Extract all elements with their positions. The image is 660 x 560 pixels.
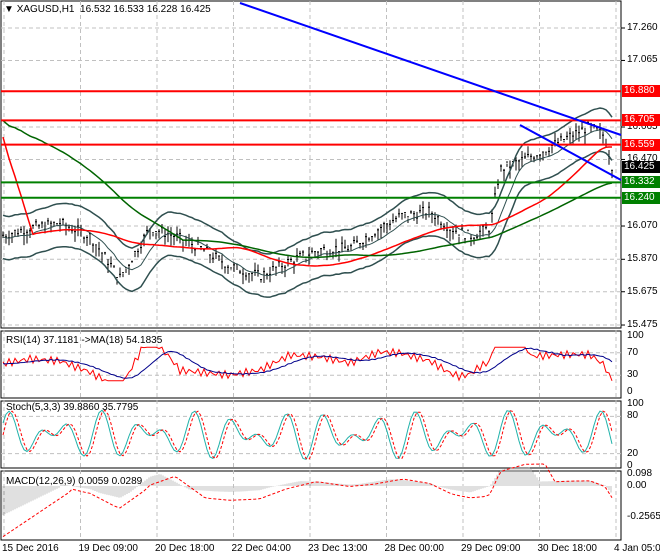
macd-axis-label: 0.098 xyxy=(627,468,653,479)
rsi-axis-label: 100 xyxy=(627,330,644,341)
macd-label: MACD(12,26,9) 0.0059 0.0289 xyxy=(6,476,143,487)
price-axis-label: 15.870 xyxy=(627,253,658,265)
stoch-label: Stoch(5,3,3) 39.8860 35.7795 xyxy=(6,402,139,413)
bollinger-mid xyxy=(2,129,613,277)
time-axis-label: 29 Dec 09:00 xyxy=(461,543,521,554)
price-axis-label: 17.065 xyxy=(627,54,658,66)
price-axis-label: 17.260 xyxy=(627,22,658,33)
price-tag-16.332: 16.332 xyxy=(622,176,660,189)
price-tag-16.559: 16.559 xyxy=(622,138,660,151)
rsi-axis-label: 30 xyxy=(627,369,639,381)
macd-axis-label: 0.00 xyxy=(627,480,647,491)
price-tag-16.705: 16.705 xyxy=(622,114,660,127)
symbol-title: XAGUSD,H1 xyxy=(16,4,75,15)
time-axis-label: 4 Jan 05:00 xyxy=(614,543,660,554)
time-axis-label: 28 Dec 00:00 xyxy=(384,543,445,554)
time-axis-label: 30 Dec 18:00 xyxy=(537,543,598,554)
price-axis-label: 15.475 xyxy=(627,319,658,331)
stoch-axis-label: 20 xyxy=(627,447,639,459)
symbol-header: ▼ XAGUSD,H1 16.532 16.533 16.228 16.425 xyxy=(4,4,211,15)
price-axis-label: 15.675 xyxy=(627,285,658,297)
price-tag-16.880: 16.880 xyxy=(622,85,660,98)
chart-window[interactable]: ▼ XAGUSD,H1 16.532 16.533 16.228 16.425 … xyxy=(0,0,660,560)
trendline-upper xyxy=(239,2,622,136)
rsi-axis-label: 0 xyxy=(627,386,633,397)
stoch-axis-label: 100 xyxy=(627,398,644,409)
time-axis-label: 22 Dec 04:00 xyxy=(231,543,292,554)
ma-green xyxy=(2,119,613,259)
rsi-line xyxy=(2,346,613,382)
time-axis-label: 15 Dec 2016 xyxy=(2,543,59,554)
ohlc-values: 16.532 16.533 16.228 16.425 xyxy=(80,4,211,15)
price-axis-label: 16.070 xyxy=(627,220,658,232)
macd-axis-label: -0.2565 xyxy=(627,511,660,523)
time-axis-label: 23 Dec 13:00 xyxy=(308,543,368,554)
rsi-label: RSI(14) 37.1181 ->MA(18) 54.1835 xyxy=(6,335,163,346)
ma-red xyxy=(2,136,613,267)
price-tag-16.425: 16.425 xyxy=(622,160,660,173)
price-tag-16.240: 16.240 xyxy=(622,191,660,204)
time-axis-label: 19 Dec 09:00 xyxy=(78,543,139,554)
stoch-signal-line xyxy=(2,409,613,460)
panel-border-0 xyxy=(0,0,622,329)
stoch-axis-label: 80 xyxy=(627,410,639,422)
rsi-axis-label: 70 xyxy=(627,346,639,358)
time-axis-label: 20 Dec 18:00 xyxy=(155,543,215,554)
